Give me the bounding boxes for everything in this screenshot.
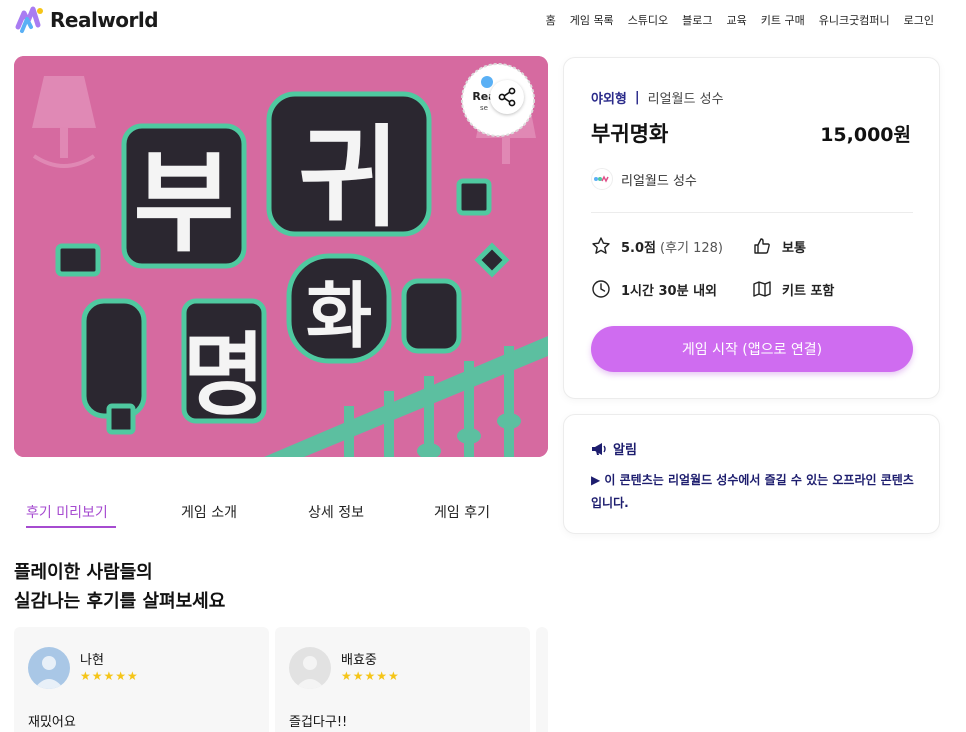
game-poster-image: 부 귀 명 화 Rea se bbox=[14, 56, 548, 457]
avatar bbox=[289, 647, 331, 689]
reviews-section-title: 플레이한 사람들의 실감나는 후기를 살펴보세요 bbox=[14, 558, 225, 616]
notice-card: 알림 ▶ 이 콘텐츠는 리얼월드 성수에서 즐길 수 있는 오프라인 콘텐츠입니… bbox=[563, 414, 940, 534]
poster-glyph-4: 화 bbox=[306, 273, 372, 358]
reviews-title-line-2: 실감나는 후기를 살펴보세요 bbox=[14, 591, 226, 612]
review-text: 즐겁다구!! bbox=[289, 715, 348, 730]
game-location-label[interactable]: 리얼월드 성수 bbox=[648, 88, 724, 107]
maker-name: 리얼월드 성수 bbox=[621, 173, 697, 189]
poster-artwork: 부 귀 명 화 Rea se bbox=[14, 56, 548, 457]
active-tab-underline bbox=[26, 526, 116, 528]
user-avatar-icon bbox=[28, 647, 70, 689]
tab-detail-info[interactable]: 상세 정보 bbox=[308, 502, 364, 522]
game-title: 부귀명화 bbox=[591, 122, 669, 146]
game-info-card: 야외형 | 리얼월드 성수 부귀명화 15,000원 리얼월드 성수 5.0점 … bbox=[563, 57, 940, 399]
poster-glyph-2: 귀 bbox=[298, 113, 399, 242]
review-card[interactable]: 배효중 ★★★★★ 즐겁다구!! bbox=[275, 627, 530, 732]
logo-text: Realworld bbox=[50, 8, 159, 32]
game-category-breadcrumb: 야외형 | 리얼월드 성수 bbox=[591, 88, 724, 107]
clock-icon bbox=[592, 280, 610, 298]
duration-stat: 1시간 30분 내외 bbox=[591, 279, 717, 299]
user-avatar-icon bbox=[289, 647, 331, 689]
share-icon bbox=[498, 87, 516, 107]
review-card[interactable]: 나현 ★★★★★ 재밌어요 bbox=[14, 627, 269, 732]
content-tabs: 후기 미리보기 게임 소개 상세 정보 게임 후기 bbox=[14, 500, 548, 532]
star-outline-icon bbox=[592, 237, 610, 254]
avatar bbox=[28, 647, 70, 689]
badge-subtext: se bbox=[480, 104, 488, 112]
duration-value: 1시간 30분 내외 bbox=[621, 283, 717, 299]
review-count[interactable]: (후기 128) bbox=[660, 237, 723, 256]
notice-heading: 알림 bbox=[591, 439, 637, 458]
main-nav: 홈 게임 목록 스튜디오 블로그 교육 키트 구매 유니크굿컴퍼니 로그인 bbox=[546, 12, 934, 28]
review-stars: ★★★★★ bbox=[341, 669, 400, 683]
info-divider bbox=[591, 212, 913, 213]
start-game-button[interactable]: 게임 시작 (앱으로 연결) bbox=[591, 326, 913, 372]
realworld-logo[interactable]: Realworld bbox=[14, 4, 159, 36]
nav-studio[interactable]: 스튜디오 bbox=[628, 12, 668, 28]
kit-value: 키트 포함 bbox=[782, 283, 835, 299]
nav-home[interactable]: 홈 bbox=[546, 12, 556, 28]
reviewer-name: 나현 bbox=[80, 653, 104, 668]
rating-value: 5.0점 bbox=[621, 240, 656, 256]
nav-game-list[interactable]: 게임 목록 bbox=[570, 12, 614, 28]
breadcrumb-separator: | bbox=[634, 90, 640, 105]
nav-blog[interactable]: 블로그 bbox=[682, 12, 712, 28]
game-price: 15,000원 bbox=[820, 124, 911, 146]
tab-review-preview[interactable]: 후기 미리보기 bbox=[26, 502, 108, 522]
nav-education[interactable]: 교육 bbox=[727, 12, 747, 28]
review-card-partial[interactable] bbox=[536, 627, 548, 732]
notice-body: ▶ 이 콘텐츠는 리얼월드 성수에서 즐길 수 있는 오프라인 콘텐츠입니다. bbox=[591, 473, 914, 510]
poster-glyph-3: 명 bbox=[183, 322, 266, 428]
top-header: Realworld 홈 게임 목록 스튜디오 블로그 교육 키트 구매 유니크굿… bbox=[0, 0, 966, 40]
tab-game-reviews[interactable]: 게임 후기 bbox=[434, 502, 490, 522]
megaphone-icon bbox=[592, 442, 606, 455]
rating-stat: 5.0점 (후기 128) bbox=[591, 236, 723, 256]
notice-heading-text: 알림 bbox=[613, 443, 637, 458]
maker-logo-icon bbox=[591, 168, 613, 190]
nav-login[interactable]: 로그인 bbox=[904, 12, 934, 28]
realworld-logo-icon bbox=[15, 6, 43, 33]
nav-kit-purchase[interactable]: 키트 구매 bbox=[761, 12, 805, 28]
map-icon bbox=[753, 281, 771, 297]
thumb-icon bbox=[754, 238, 770, 254]
nav-company[interactable]: 유니크굿컴퍼니 bbox=[819, 12, 890, 28]
difficulty-value: 보통 bbox=[782, 240, 806, 256]
game-maker[interactable]: 리얼월드 성수 bbox=[591, 168, 697, 190]
difficulty-stat: 보통 bbox=[752, 236, 806, 256]
reviews-title-line-1: 플레이한 사람들의 bbox=[14, 562, 153, 583]
tab-game-intro[interactable]: 게임 소개 bbox=[181, 502, 237, 522]
share-button[interactable] bbox=[490, 80, 524, 114]
reviewer-name: 배효중 bbox=[341, 653, 377, 668]
game-type-label[interactable]: 야외형 bbox=[591, 88, 627, 107]
review-text: 재밌어요 bbox=[28, 715, 76, 730]
kit-stat: 키트 포함 bbox=[752, 279, 834, 299]
poster-glyph-1: 부 bbox=[133, 138, 234, 267]
review-stars: ★★★★★ bbox=[80, 669, 139, 683]
